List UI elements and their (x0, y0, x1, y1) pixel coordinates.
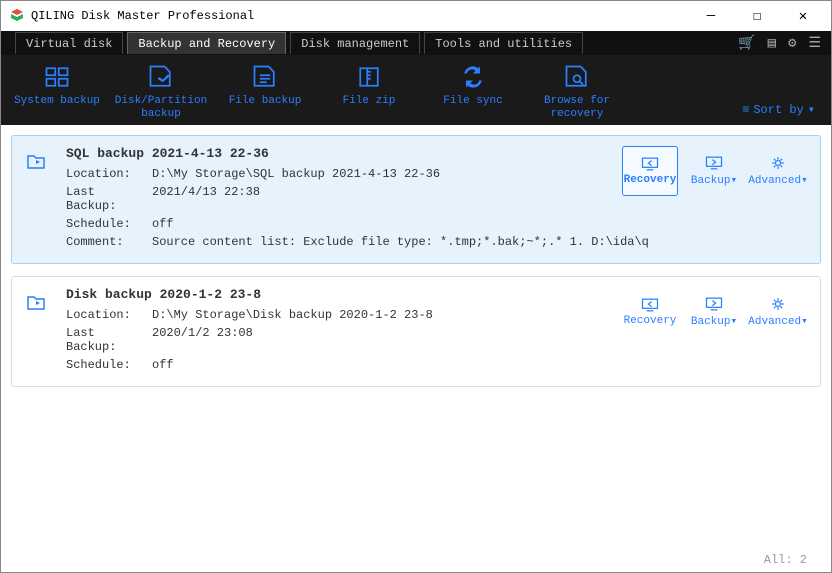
recovery-label: Recovery (624, 315, 677, 327)
menu-right-icons: 🛒 ▤ ⚙ ☰ (738, 35, 831, 52)
backup-button[interactable]: Backup▾ (686, 287, 742, 337)
file-zip-button[interactable]: File zip (317, 63, 421, 108)
location-label: Location: (66, 308, 152, 322)
location-label: Location: (66, 167, 152, 181)
file-backup-label: File backup (229, 95, 302, 108)
backup-icon (704, 155, 724, 171)
advanced-gear-icon (768, 155, 788, 171)
advanced-button[interactable]: Advanced▾ (750, 287, 806, 337)
statusbar: All: 2 (1, 548, 831, 572)
recovery-button[interactable]: Recovery (622, 146, 678, 196)
tab-disk-management[interactable]: Disk management (290, 32, 420, 54)
file-zip-label: File zip (343, 95, 396, 108)
sort-by-label: Sort by (753, 103, 803, 117)
location-value: D:\My Storage\SQL backup 2021-4-13 22-36 (152, 167, 440, 181)
system-backup-button[interactable]: System backup (5, 63, 109, 108)
system-backup-label: System backup (14, 95, 100, 108)
list-icon[interactable]: ▤ (768, 35, 776, 52)
window-title: QILING Disk Master Professional (31, 9, 685, 23)
last-backup-value: 2020/1/2 23:08 (152, 326, 253, 354)
advanced-gear-icon (768, 296, 788, 312)
backup-button[interactable]: Backup▾ (686, 146, 742, 196)
advanced-label: Advanced▾ (748, 173, 807, 187)
schedule-label: Schedule: (66, 217, 152, 231)
gear-icon[interactable]: ⚙ (788, 35, 796, 52)
minimize-button[interactable]: — (691, 2, 731, 30)
recovery-button[interactable]: Recovery (622, 287, 678, 337)
folder-icon (26, 146, 66, 253)
tab-virtual-disk[interactable]: Virtual disk (15, 32, 123, 54)
disk-partition-backup-button[interactable]: Disk/Partition backup (109, 63, 213, 121)
advanced-label: Advanced▾ (748, 314, 807, 328)
recovery-icon (640, 156, 660, 172)
advanced-button[interactable]: Advanced▾ (750, 146, 806, 196)
schedule-label: Schedule: (66, 358, 152, 372)
backup-task-card[interactable]: Disk backup 2020-1-2 23-8 Location:D:\My… (11, 276, 821, 387)
last-backup-label: Last Backup: (66, 326, 152, 354)
last-backup-label: Last Backup: (66, 185, 152, 213)
recovery-label: Recovery (624, 174, 677, 186)
task-count: All: 2 (764, 553, 807, 567)
tab-tools-utilities[interactable]: Tools and utilities (424, 32, 583, 54)
file-zip-icon (355, 63, 383, 91)
comment-value: Source content list: Exclude file type: … (152, 235, 649, 249)
file-backup-button[interactable]: File backup (213, 63, 317, 108)
file-sync-button[interactable]: File sync (421, 63, 525, 108)
menu-icon[interactable]: ☰ (808, 35, 821, 52)
system-backup-icon (43, 63, 71, 91)
file-sync-icon (459, 63, 487, 91)
file-backup-icon (251, 63, 279, 91)
cart-icon[interactable]: 🛒 (738, 35, 755, 52)
recovery-icon (640, 297, 660, 313)
folder-icon (26, 287, 66, 376)
sort-icon: ≡ (742, 103, 749, 117)
schedule-value: off (152, 217, 174, 231)
sort-by-button[interactable]: ≡ Sort by ▾ (742, 102, 815, 117)
disk-partition-icon (147, 63, 175, 91)
backup-label: Backup▾ (691, 314, 737, 328)
toolbar: System backup Disk/Partition backup File… (1, 55, 831, 125)
browse-recovery-label: Browse for recovery (544, 95, 610, 121)
file-sync-label: File sync (443, 95, 502, 108)
maximize-button[interactable]: ☐ (737, 2, 777, 30)
tab-backup-recovery[interactable]: Backup and Recovery (127, 32, 286, 54)
close-button[interactable]: ✕ (783, 2, 823, 30)
browse-recovery-icon (563, 63, 591, 91)
menubar: Virtual disk Backup and Recovery Disk ma… (1, 31, 831, 55)
backup-task-card[interactable]: SQL backup 2021-4-13 22-36 Location:D:\M… (11, 135, 821, 264)
app-logo-icon (9, 8, 25, 24)
disk-partition-label: Disk/Partition backup (115, 95, 207, 121)
location-value: D:\My Storage\Disk backup 2020-1-2 23-8 (152, 308, 433, 322)
schedule-value: off (152, 358, 174, 372)
browse-recovery-button[interactable]: Browse for recovery (525, 63, 629, 121)
titlebar: QILING Disk Master Professional — ☐ ✕ (1, 1, 831, 31)
chevron-down-icon: ▾ (808, 102, 815, 117)
task-actions: Recovery Backup▾ Advanced▾ (622, 146, 806, 196)
task-actions: Recovery Backup▾ Advanced▾ (622, 287, 806, 337)
task-list: SQL backup 2021-4-13 22-36 Location:D:\M… (1, 125, 831, 548)
backup-label: Backup▾ (691, 173, 737, 187)
comment-label: Comment: (66, 235, 152, 249)
last-backup-value: 2021/4/13 22:38 (152, 185, 260, 213)
backup-icon (704, 296, 724, 312)
